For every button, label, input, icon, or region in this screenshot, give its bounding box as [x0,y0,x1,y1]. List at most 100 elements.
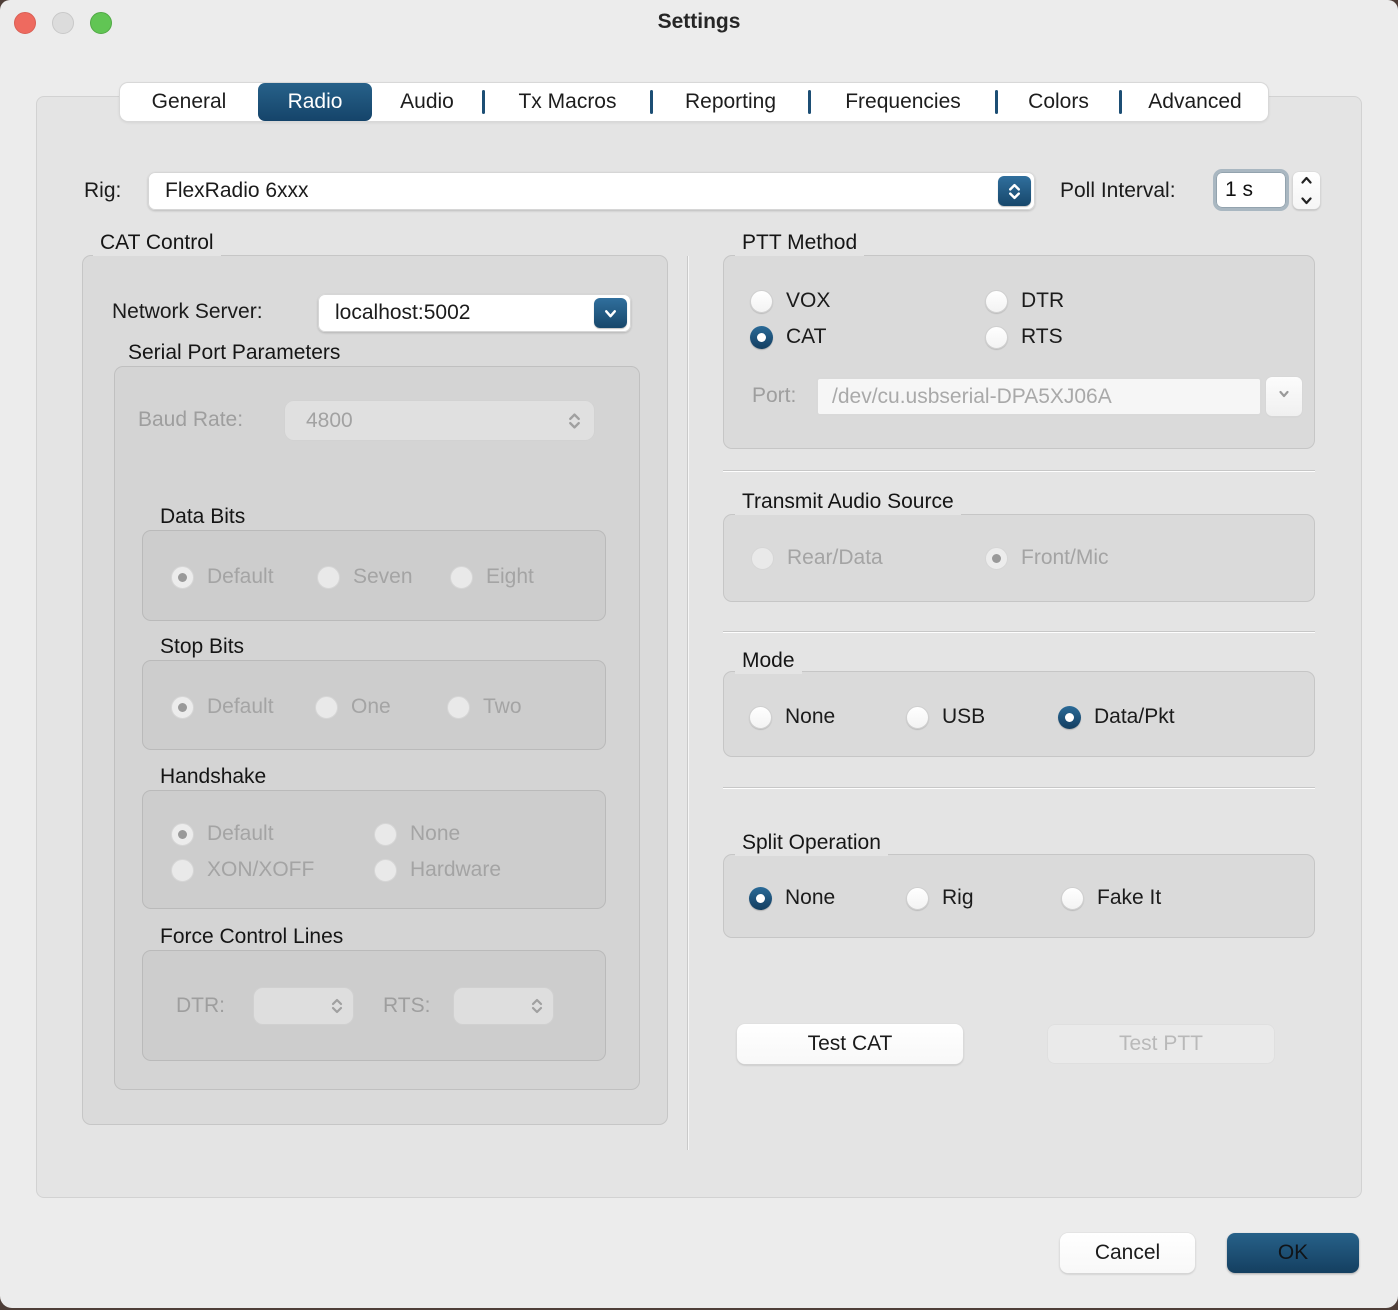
handshake-title: Handshake [153,764,274,790]
radio-stop-bits-one: One [315,695,391,719]
radio-mode-data-pkt[interactable]: Data/Pkt [1058,705,1175,729]
radio-circle [171,858,194,882]
tab-frequencies[interactable]: Frequencies [811,83,995,121]
poll-interval-value: 1 s [1225,178,1254,201]
ptt-method-title: PTT Method [735,230,865,256]
tab-audio[interactable]: Audio [372,83,482,121]
ok-button[interactable]: OK [1227,1233,1359,1273]
test-cat-button[interactable]: Test CAT [737,1024,963,1064]
network-server-label: Network Server: [112,300,263,323]
radio-ptt-rts[interactable]: RTS [985,325,1063,349]
radio-circle [985,546,1008,570]
radio-circle [450,565,473,589]
rig-value: FlexRadio 6xxx [165,179,309,202]
settings-window: Settings General Radio Audio Tx Macros R… [0,0,1398,1308]
tab-reporting[interactable]: Reporting [653,83,808,121]
serial-params-title: Serial Port Parameters [121,340,348,366]
chevron-down-icon [1300,192,1313,210]
rts-label: RTS: [383,994,431,1017]
rig-label: Rig: [84,179,122,202]
tab-advanced[interactable]: Advanced [1122,83,1268,121]
force-control-lines-title: Force Control Lines [153,924,351,950]
dtr-combobox [253,987,354,1025]
radio-split-fake-it[interactable]: Fake It [1061,886,1161,910]
radio-circle [750,289,773,313]
radio-audio-rear-data: Rear/Data [751,546,883,570]
split-operation-title: Split Operation [735,830,888,856]
chevron-up-icon [1300,171,1313,189]
section-divider [723,631,1315,633]
radio-ptt-dtr[interactable]: DTR [985,289,1064,313]
radio-handshake-xonxoff: XON/XOFF [171,858,314,882]
radio-circle [447,695,470,719]
radio-data-bits-eight: Eight [450,565,534,589]
chevron-up-down-icon [330,998,344,1014]
radio-circle [751,546,774,570]
radio-ptt-cat[interactable]: CAT [750,325,826,349]
baud-rate-label: Baud Rate: [138,408,244,431]
radio-circle [315,695,338,719]
test-ptt-button: Test PTT [1047,1024,1275,1064]
poll-interval-stepper[interactable] [1293,172,1320,209]
handshake-group [142,790,606,909]
radio-handshake-hardware: Hardware [374,858,501,882]
radio-circle [750,325,773,349]
radio-circle [374,858,397,882]
radio-circle [1058,705,1081,729]
radio-data-bits-seven: Seven [317,565,413,589]
baud-rate-value: 4800 [306,408,353,432]
chevron-up-down-icon [998,176,1031,206]
radio-circle [171,695,194,719]
tab-tx-macros[interactable]: Tx Macros [485,83,650,121]
radio-stop-bits-two: Two [447,695,522,719]
tab-radio[interactable]: Radio [258,83,372,121]
port-label: Port: [752,384,797,407]
radio-circle [317,565,340,589]
stop-bits-title: Stop Bits [153,634,252,660]
radio-mode-none[interactable]: None [749,705,835,729]
radio-ptt-vox[interactable]: VOX [750,289,830,313]
port-dropdown-button [1266,377,1302,416]
dtr-label: DTR: [176,994,225,1017]
tab-colors[interactable]: Colors [998,83,1119,121]
poll-interval-input[interactable]: 1 s [1213,169,1289,211]
radio-handshake-none: None [374,822,460,846]
baud-rate-combobox: 4800 [284,400,595,441]
chevron-up-down-icon [567,412,582,429]
radio-circle [171,822,194,846]
window-title: Settings [657,10,741,33]
cat-control-title: CAT Control [93,230,221,256]
mode-title: Mode [735,648,802,674]
tab-general[interactable]: General [120,83,258,121]
radio-circle [906,705,929,729]
radio-circle [985,325,1008,349]
port-value: /dev/cu.usbserial-DPA5XJ06A [832,384,1112,408]
radio-circle [749,886,772,910]
tab-bar: General Radio Audio Tx Macros Reporting … [120,83,1268,121]
network-server-combobox[interactable]: localhost:5002 [318,294,631,332]
rig-combobox[interactable]: FlexRadio 6xxx [148,172,1035,210]
radio-circle [374,822,397,846]
cancel-button[interactable]: Cancel [1060,1233,1195,1273]
chevron-up-down-icon [530,998,544,1014]
chevron-down-icon [1277,387,1291,406]
ptt-method-group [723,255,1315,449]
radio-split-rig[interactable]: Rig [906,886,974,910]
radio-circle [1061,886,1084,910]
column-divider [687,256,689,1150]
radio-data-bits-default: Default [171,565,274,589]
network-server-value: localhost:5002 [335,301,471,324]
radio-split-none[interactable]: None [749,886,835,910]
radio-audio-front-mic: Front/Mic [985,546,1109,570]
radio-circle [749,705,772,729]
section-divider [723,787,1315,789]
radio-circle [985,289,1008,313]
radio-circle [171,565,194,589]
radio-handshake-default: Default [171,822,274,846]
data-bits-title: Data Bits [153,504,253,530]
radio-mode-usb[interactable]: USB [906,705,985,729]
port-combobox: /dev/cu.usbserial-DPA5XJ06A [816,377,1262,416]
chevron-down-icon [594,298,627,328]
section-divider [723,470,1315,472]
radio-circle [906,886,929,910]
